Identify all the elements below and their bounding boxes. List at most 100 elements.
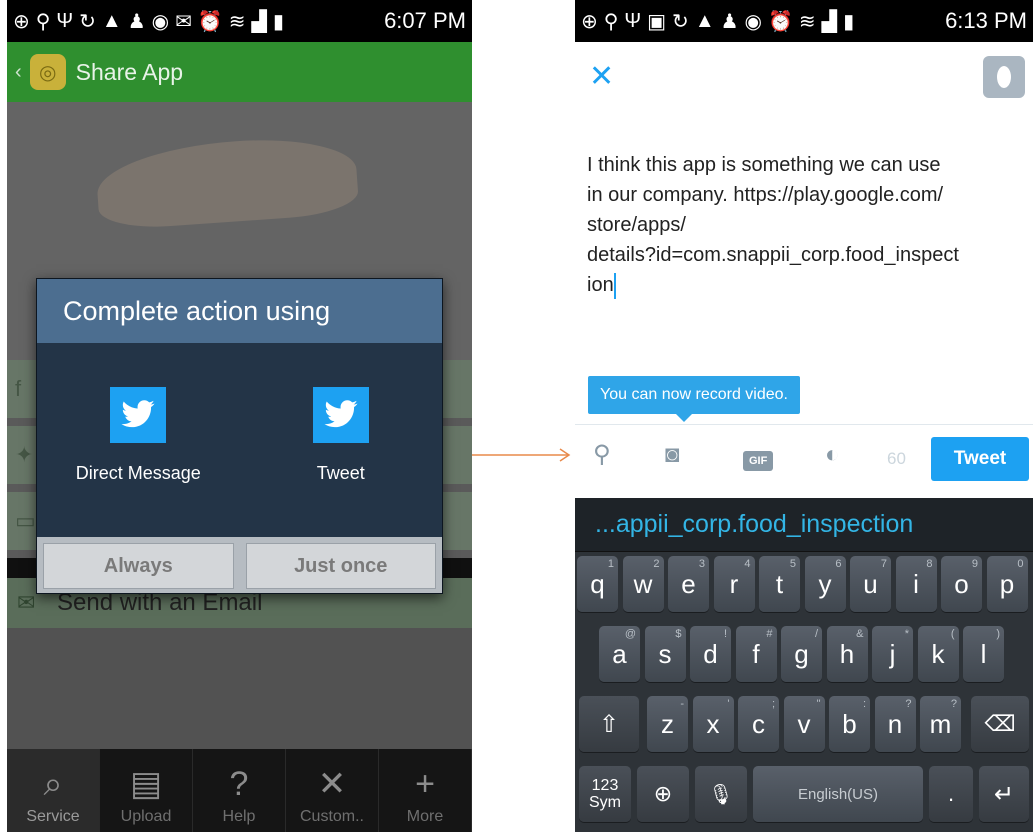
- symbols-key[interactable]: 123 Sym: [579, 766, 631, 822]
- key-n[interactable]: ? n: [874, 696, 916, 752]
- key-f[interactable]: # f: [735, 626, 777, 682]
- key-i[interactable]: 8i: [895, 556, 937, 612]
- battery-icon: ▮: [843, 10, 855, 33]
- camera-icon[interactable]: ◙: [665, 441, 680, 469]
- gif-label: GIF: [743, 451, 774, 471]
- key-alt-symbol: *: [904, 628, 909, 640]
- tools-icon: ✕: [317, 765, 347, 803]
- right-phone-screen: ⊕ ⚲ Ψ ▣ ↻ ▲ ♟ ◉ ⏰ ≋ ▟ ▮ 6:13 PM ✕ I thin…: [575, 0, 1033, 832]
- usb-icon: Ψ: [624, 9, 642, 32]
- key-label: d: [703, 638, 718, 669]
- space-key[interactable]: English(US): [753, 766, 923, 822]
- microphone-key-icon[interactable]: 🎙: [695, 766, 747, 822]
- key-b[interactable]: :b: [829, 696, 870, 752]
- always-button[interactable]: Always: [43, 543, 234, 589]
- backspace-key-icon[interactable]: ⌫: [971, 696, 1029, 752]
- key-u[interactable]: 7u: [850, 556, 891, 612]
- back-chevron-icon[interactable]: ‹: [15, 61, 22, 84]
- key-label: r: [729, 568, 739, 599]
- alarm-icon: ⏰: [768, 10, 793, 33]
- twitter-bird-icon: [110, 387, 167, 443]
- choice-tweet[interactable]: Tweet: [240, 343, 443, 539]
- location-pin-icon[interactable]: ⚲: [593, 441, 611, 469]
- symbols-key-line1: 123: [591, 777, 619, 794]
- key-alt-symbol: 8: [926, 558, 933, 570]
- key-alt-symbol: 7: [880, 558, 887, 570]
- suggestion-bar[interactable]: ...appii_corp.food_inspection: [575, 498, 1033, 552]
- tweet-button[interactable]: Tweet: [931, 437, 1029, 481]
- key-alt-symbol: #: [766, 628, 773, 640]
- nav-upload[interactable]: ▤ Upload: [100, 749, 193, 832]
- key-label: y: [818, 568, 832, 599]
- nav-label: Custom..: [299, 808, 364, 825]
- key-v[interactable]: " v: [783, 696, 825, 752]
- key-t[interactable]: 5t: [759, 556, 800, 612]
- key-label: m: [929, 708, 952, 739]
- wifi-icon: ≋: [228, 10, 246, 33]
- nav-label: Help: [222, 808, 256, 825]
- key-label: l: [980, 638, 987, 669]
- nav-help[interactable]: ? Help: [193, 749, 286, 832]
- key-o[interactable]: 9o: [941, 556, 982, 612]
- key-j[interactable]: * j: [872, 626, 913, 682]
- app-logo-icon[interactable]: ◎: [29, 54, 66, 90]
- tweet-line: ion: [587, 274, 614, 296]
- mail-icon: ✉: [175, 10, 192, 33]
- key-label: z: [661, 708, 674, 739]
- key-z[interactable]: -z: [647, 696, 688, 752]
- status-bar: ⊕ ⚲ Ψ ↻ ▲ ♟ ◉ ✉ ⏰ ≋ ▟ ▮ 6:07 PM: [7, 0, 472, 42]
- avatar[interactable]: [983, 56, 1025, 98]
- key-label: n: [887, 708, 903, 739]
- key-d[interactable]: ! d: [690, 626, 731, 682]
- language-label: English(US): [797, 785, 879, 803]
- plus-icon: +: [415, 765, 435, 803]
- key-alt-symbol: 2: [653, 558, 660, 570]
- key-y[interactable]: 6y: [804, 556, 846, 612]
- nav-custom[interactable]: ✕ Custom..: [286, 749, 379, 832]
- key-h[interactable]: & h: [826, 626, 868, 682]
- tweet-compose-input[interactable]: I think this app is something we can use…: [587, 150, 1027, 300]
- key-a[interactable]: @ a: [599, 626, 640, 682]
- keyboard-row-1: 1q2w3e4r5t6y7u8i9o0p: [575, 552, 1033, 614]
- key-e[interactable]: 3e: [668, 556, 709, 612]
- gif-icon[interactable]: GIF: [743, 443, 774, 475]
- dialog-choices: Direct Message Tweet: [37, 343, 442, 539]
- soft-keyboard: ...appii_corp.food_inspection 1q2w3e4r5t…: [575, 498, 1033, 832]
- key-alt-symbol: $: [675, 628, 682, 640]
- key-label: v: [797, 708, 811, 739]
- signal-icon: ▟: [251, 10, 267, 33]
- key-m[interactable]: ? m: [920, 696, 961, 752]
- key-k[interactable]: (k: [917, 626, 959, 682]
- nav-service[interactable]: ⌕ Service: [7, 749, 100, 832]
- just-once-button[interactable]: Just once: [245, 543, 436, 589]
- symbols-key-line2: Sym: [589, 794, 621, 811]
- close-icon[interactable]: ✕: [589, 62, 614, 92]
- wifi-icon: ≋: [798, 10, 816, 33]
- app-action-bar: ‹ ◎ Share App: [7, 42, 472, 102]
- globe-key-icon[interactable]: ⊕: [637, 766, 689, 822]
- key-s[interactable]: $ s: [644, 626, 686, 682]
- key-l[interactable]: ) l: [963, 626, 1004, 682]
- key-label: f: [752, 638, 760, 669]
- status-bar: ⊕ ⚲ Ψ ▣ ↻ ▲ ♟ ◉ ⏰ ≋ ▟ ▮ 6:13 PM: [575, 0, 1033, 42]
- poll-icon[interactable]: ◐: [825, 441, 840, 469]
- key-g[interactable]: / g: [781, 626, 822, 682]
- choice-direct-message[interactable]: Direct Message: [37, 343, 240, 539]
- plus-icon: ⊕: [581, 10, 598, 33]
- avatar-egg-icon: [997, 66, 1011, 88]
- warning-icon: ▲: [694, 9, 715, 32]
- keyboard-row-2: @ a $ s! d # f / g & h * j(k) l: [575, 622, 1033, 684]
- key-label: k: [931, 638, 945, 669]
- record-video-tooltip[interactable]: You can now record video.: [588, 376, 800, 422]
- shift-key-icon[interactable]: ⇧: [579, 696, 639, 752]
- key-r[interactable]: 4r: [713, 556, 755, 612]
- key-p[interactable]: 0p: [986, 556, 1028, 612]
- key-x[interactable]: ' x: [692, 696, 734, 752]
- key-q[interactable]: 1q: [577, 556, 618, 612]
- key-alt-symbol: 0: [1017, 558, 1024, 570]
- key-w[interactable]: 2w: [622, 556, 664, 612]
- enter-key-icon[interactable]: ↵: [979, 766, 1029, 822]
- period-key[interactable]: .: [929, 766, 973, 822]
- key-c[interactable]: ; c: [738, 696, 779, 752]
- nav-more[interactable]: + More: [379, 749, 472, 832]
